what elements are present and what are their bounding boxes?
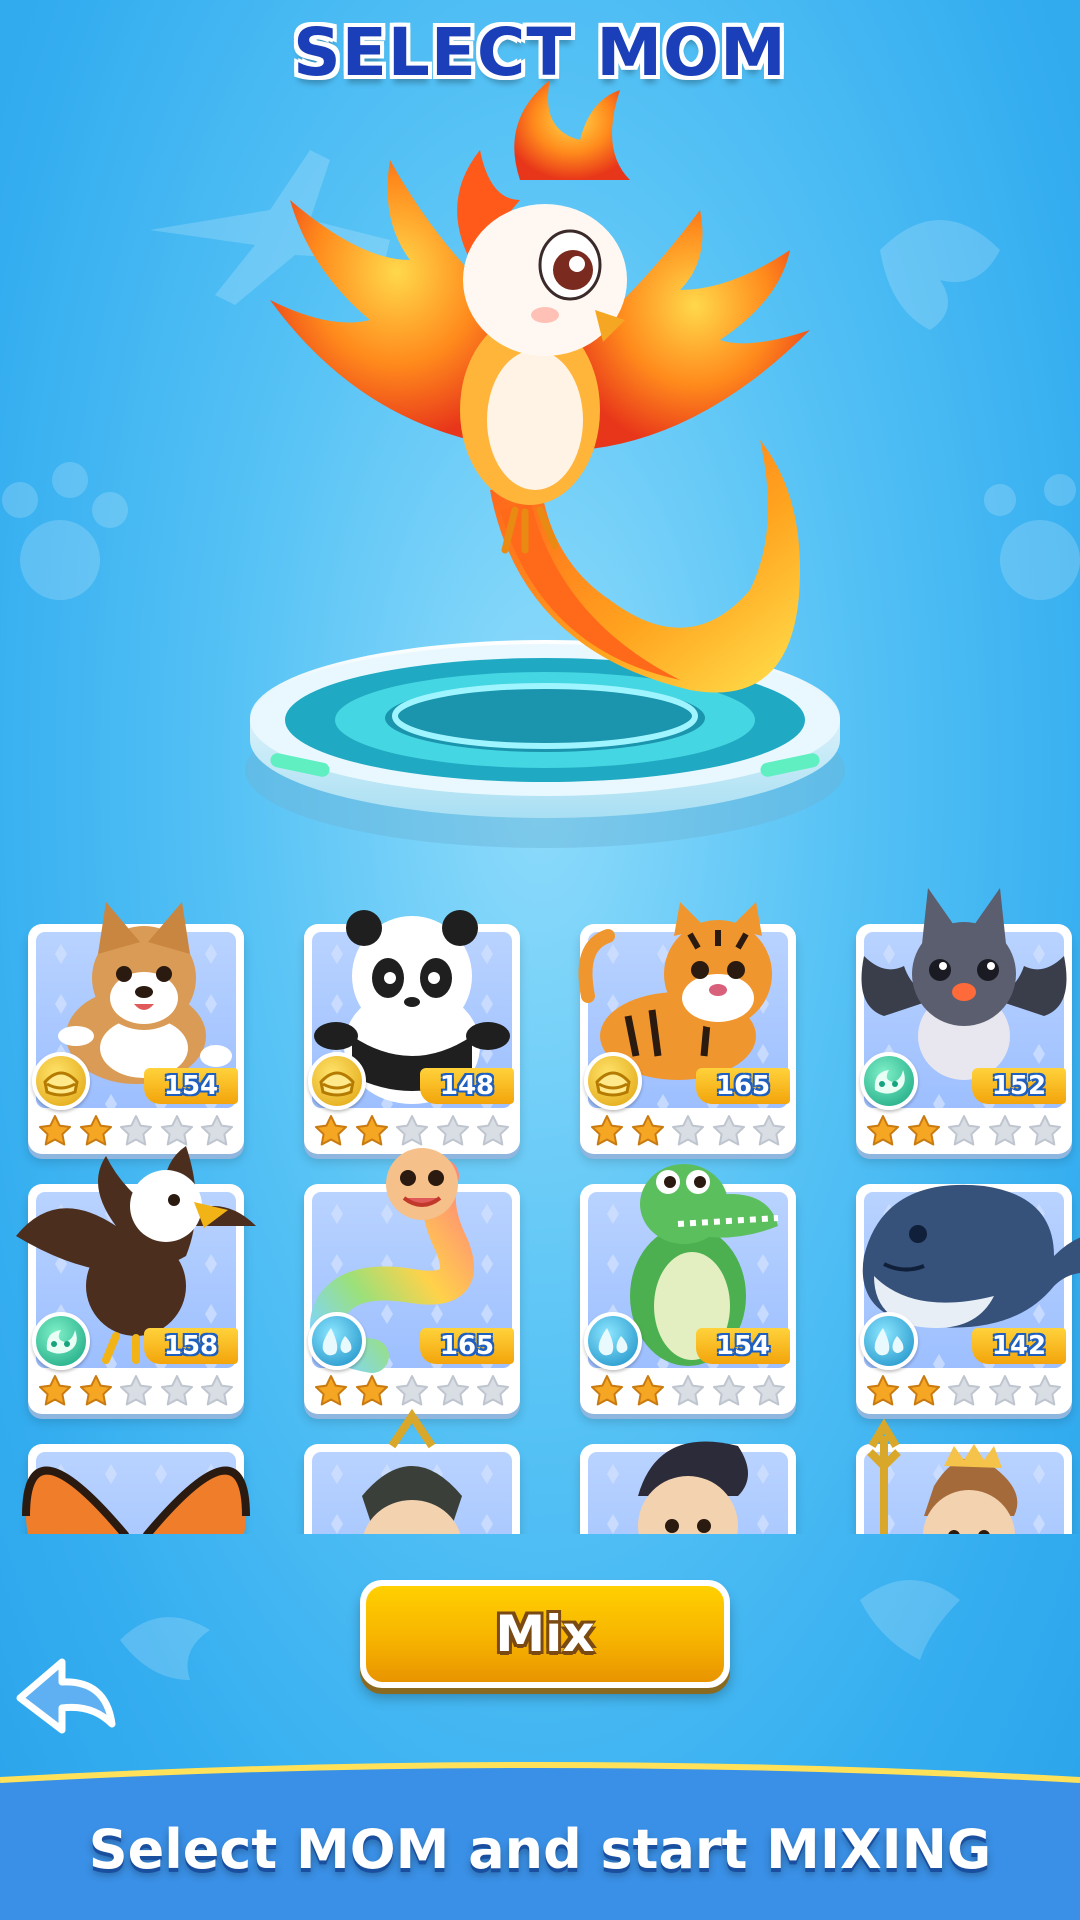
gold-element-icon — [308, 1052, 366, 1110]
star-rating — [590, 1374, 786, 1406]
star-empty-icon — [1028, 1374, 1062, 1406]
star-empty-icon — [395, 1374, 429, 1406]
star-filled-icon — [866, 1374, 900, 1406]
gold-element-icon — [584, 1052, 642, 1110]
power-value: 165 — [696, 1068, 790, 1104]
card-art — [22, 1452, 250, 1534]
star-filled-icon — [38, 1374, 72, 1406]
star-empty-icon — [160, 1374, 194, 1406]
star-empty-icon — [476, 1114, 510, 1146]
creature-card-whale[interactable]: 142 — [856, 1184, 1080, 1414]
creature-card-panda[interactable]: 148 — [304, 910, 520, 1154]
creature-card-crocodile[interactable]: 154 — [580, 1164, 796, 1414]
star-rating — [38, 1374, 234, 1406]
star-empty-icon — [119, 1114, 153, 1146]
star-empty-icon — [119, 1374, 153, 1406]
star-filled-icon — [631, 1114, 665, 1146]
creature-card-eagle[interactable]: 158 — [16, 1146, 256, 1414]
poseidon-illustration — [867, 1418, 1018, 1534]
star-filled-icon — [355, 1114, 389, 1146]
water-element-icon — [584, 1312, 642, 1370]
star-empty-icon — [988, 1374, 1022, 1406]
water-element-icon — [308, 1312, 366, 1370]
creature-card-corgi[interactable]: 154 — [28, 902, 244, 1154]
butterfly-illustration — [22, 1466, 250, 1534]
star-empty-icon — [712, 1114, 746, 1146]
star-filled-icon — [314, 1114, 348, 1146]
star-filled-icon — [907, 1374, 941, 1406]
star-empty-icon — [1028, 1114, 1062, 1146]
creature-card-superhero[interactable] — [580, 1441, 796, 1534]
creature-card-butterfly[interactable] — [22, 1444, 250, 1534]
water-element-icon — [860, 1312, 918, 1370]
star-empty-icon — [671, 1374, 705, 1406]
creature-grid: 154 148 165 152 158 165 154 142 — [0, 870, 1080, 1534]
star-filled-icon — [590, 1114, 624, 1146]
star-rating — [866, 1114, 1062, 1146]
creature-card-bat[interactable]: 152 — [856, 888, 1072, 1154]
power-value: 142 — [972, 1328, 1066, 1364]
star-rating — [314, 1374, 510, 1406]
star-filled-icon — [590, 1374, 624, 1406]
creature-card-tiger[interactable]: 165 — [578, 902, 796, 1154]
star-filled-icon — [79, 1114, 113, 1146]
samurai-illustration — [362, 1408, 462, 1534]
star-empty-icon — [476, 1374, 510, 1406]
power-value: 148 — [420, 1068, 514, 1104]
power-value: 154 — [144, 1068, 238, 1104]
star-empty-icon — [988, 1114, 1022, 1146]
gold-element-icon — [32, 1052, 90, 1110]
star-filled-icon — [38, 1114, 72, 1146]
star-empty-icon — [752, 1374, 786, 1406]
star-empty-icon — [160, 1114, 194, 1146]
star-empty-icon — [712, 1374, 746, 1406]
star-empty-icon — [200, 1114, 234, 1146]
card-art — [588, 1441, 788, 1534]
star-filled-icon — [907, 1114, 941, 1146]
mix-button-label: Mix — [366, 1586, 724, 1682]
footer-instruction: Select MOM and start MIXING — [88, 1818, 992, 1881]
teal-element-icon — [32, 1312, 90, 1370]
star-empty-icon — [947, 1374, 981, 1406]
star-empty-icon — [200, 1374, 234, 1406]
star-rating — [866, 1374, 1062, 1406]
star-rating — [590, 1114, 786, 1146]
power-value: 158 — [144, 1328, 238, 1364]
star-filled-icon — [631, 1374, 665, 1406]
star-empty-icon — [436, 1374, 470, 1406]
star-filled-icon — [355, 1374, 389, 1406]
power-value: 165 — [420, 1328, 514, 1364]
card-art — [312, 1408, 512, 1534]
superhero-illustration — [638, 1441, 748, 1534]
teal-element-icon — [860, 1052, 918, 1110]
star-filled-icon — [79, 1374, 113, 1406]
star-empty-icon — [436, 1114, 470, 1146]
creature-card-samurai[interactable] — [304, 1408, 520, 1534]
star-empty-icon — [395, 1114, 429, 1146]
star-rating — [314, 1114, 510, 1146]
creature-card-poseidon[interactable] — [856, 1418, 1072, 1534]
star-rating — [38, 1114, 234, 1146]
star-empty-icon — [671, 1114, 705, 1146]
card-art — [864, 1418, 1064, 1534]
star-filled-icon — [866, 1114, 900, 1146]
star-empty-icon — [752, 1114, 786, 1146]
creature-card-snake[interactable]: 165 — [304, 1148, 520, 1414]
power-value: 154 — [696, 1328, 790, 1364]
back-arrow-icon[interactable] — [14, 1654, 118, 1742]
power-value: 152 — [972, 1068, 1066, 1104]
phoenix-illustration — [245, 80, 845, 848]
star-filled-icon — [314, 1374, 348, 1406]
mix-button[interactable]: Mix — [360, 1580, 730, 1688]
star-empty-icon — [947, 1114, 981, 1146]
